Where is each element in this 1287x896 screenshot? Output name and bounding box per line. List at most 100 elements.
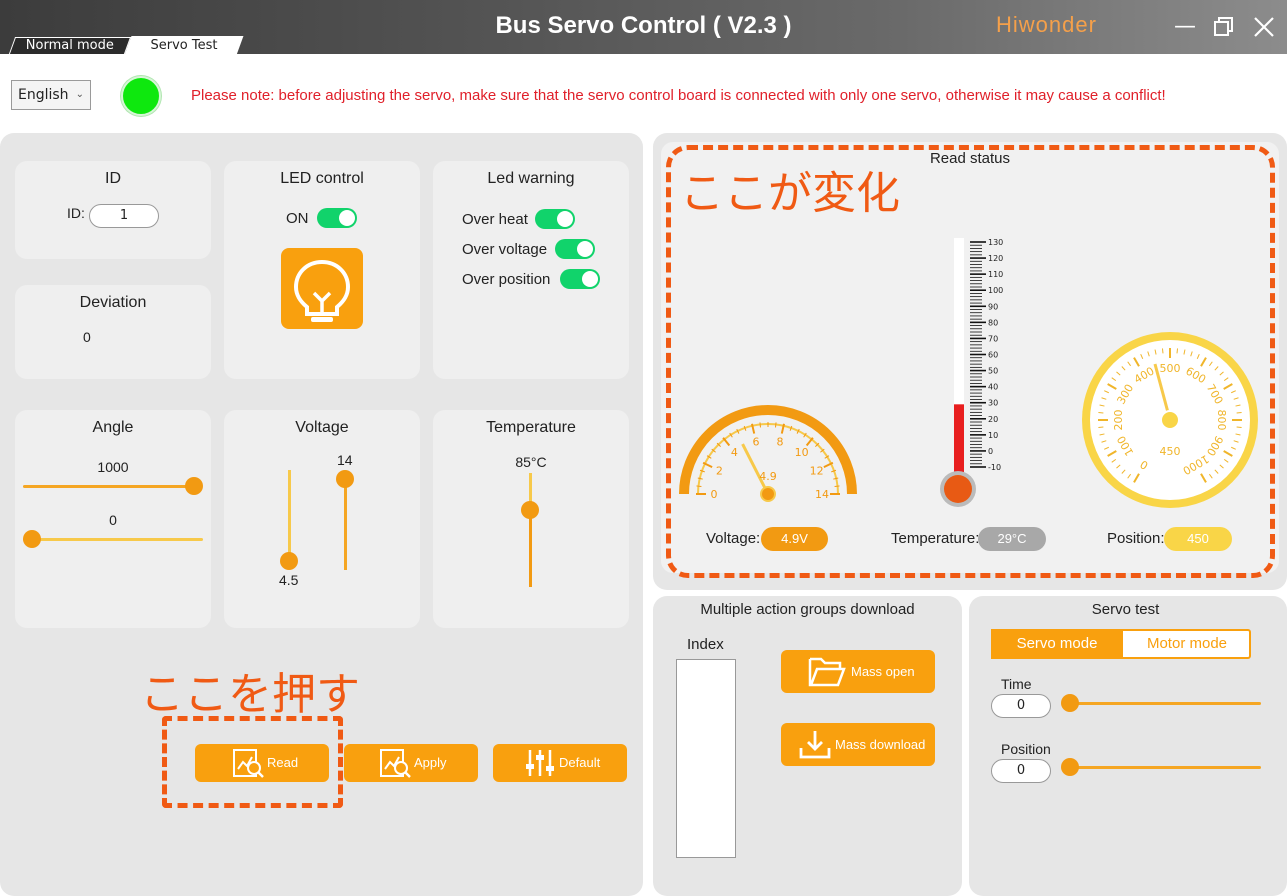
voltage-gauge: 0 24 6 8 1012 14 4.9 xyxy=(679,405,857,502)
default-button-label: Default xyxy=(559,755,601,770)
thermometer-tick-label: 110 xyxy=(988,270,1003,279)
index-label: Index xyxy=(687,636,724,653)
thermometer-tick-label: 10 xyxy=(988,431,998,440)
angle-card: Angle 1000 0 xyxy=(15,410,211,628)
voltage-high-value: 14 xyxy=(337,452,353,468)
thermometer-gauge: 1301201101009080706050403020100-10 xyxy=(940,238,1003,507)
close-icon[interactable] xyxy=(1251,14,1277,40)
mass-download-button[interactable]: Mass download xyxy=(781,723,935,766)
voltage-gauge-tick xyxy=(834,485,840,487)
voltage-card-title: Voltage xyxy=(295,419,349,436)
angle-min-slider-handle[interactable] xyxy=(23,530,41,548)
lightbulb-icon xyxy=(293,259,351,322)
servo-test-title: Servo test xyxy=(1091,601,1160,618)
thermometer-tick-label: 90 xyxy=(988,302,998,311)
position-gauge-tick xyxy=(1098,411,1104,414)
minimize-icon[interactable]: — xyxy=(1172,14,1198,40)
over-heat-label: Over heat xyxy=(462,211,528,228)
temperature-card: Temperature 85°C xyxy=(433,410,629,628)
apply-button-label: Apply xyxy=(414,755,447,770)
voltage-gauge-tick-label: 10 xyxy=(795,446,809,459)
led-control-title: LED control xyxy=(280,170,364,187)
language-select[interactable]: English ⌄ xyxy=(11,80,91,110)
tab-normal-mode[interactable]: Normal mode xyxy=(8,37,132,54)
temperature-slider-handle[interactable] xyxy=(521,501,539,519)
position-gauge-tick xyxy=(1161,348,1164,354)
led-control-card: LED control ON xyxy=(224,161,420,379)
tab-normal-mode-label: Normal mode xyxy=(25,38,114,53)
angle-min-slider-track[interactable] xyxy=(23,538,203,541)
thermometer-tick-label: 80 xyxy=(988,318,998,327)
time-slider-track[interactable] xyxy=(1068,702,1261,705)
thermometer-tick-label: 100 xyxy=(988,286,1003,295)
angle-card-title: Angle xyxy=(92,419,134,436)
change-here-annotation: ここが変化 xyxy=(680,168,900,219)
deviation-value: 0 xyxy=(83,329,91,345)
time-label: Time xyxy=(1001,676,1032,692)
apply-button[interactable]: Apply xyxy=(344,744,478,782)
thermometer-tick-label: 130 xyxy=(988,238,1003,247)
chevron-down-icon: ⌄ xyxy=(75,89,84,100)
default-button[interactable]: Default xyxy=(493,744,627,782)
over-voltage-label: Over voltage xyxy=(462,241,548,258)
voltage-gauge-tick-label: 4 xyxy=(731,446,738,459)
temperature-limit-value: 85°C xyxy=(515,454,547,470)
servo-mode-option[interactable]: Servo mode xyxy=(991,629,1123,659)
thermometer-tick-label: 50 xyxy=(988,367,998,376)
temperature-slider-track[interactable] xyxy=(529,473,532,587)
press-here-annotation: ここを押す xyxy=(140,669,360,720)
time-slider-handle[interactable] xyxy=(1061,694,1079,712)
over-voltage-toggle[interactable] xyxy=(555,239,595,259)
mass-download-label: Mass download xyxy=(835,737,926,752)
sliders-icon xyxy=(526,750,554,776)
voltage-high-slider-track[interactable] xyxy=(344,478,347,570)
thermometer-tick-label: -10 xyxy=(988,463,1001,472)
position-gauge-tick xyxy=(1236,426,1242,429)
position-slider-handle[interactable] xyxy=(1061,758,1079,776)
voltage-reading-value: 4.9V xyxy=(761,527,828,551)
voltage-gauge-reading: 4.9 xyxy=(759,470,777,483)
angle-max-value: 1000 xyxy=(97,459,129,475)
angle-max-slider-track[interactable] xyxy=(23,485,201,488)
mass-open-button[interactable]: Mass open xyxy=(781,650,935,693)
voltage-high-slider-handle[interactable] xyxy=(336,470,354,488)
position-gauge-reading: 450 xyxy=(1160,445,1181,458)
position-gauge: 0100200300400 500 6007008009001000 450 xyxy=(1082,332,1258,508)
thermometer-tick-label: 120 xyxy=(988,254,1003,263)
voltage-gauge-tick-label: 0 xyxy=(711,488,718,501)
angle-max-slider-handle[interactable] xyxy=(185,477,203,495)
tab-servo-test[interactable]: Servo Test xyxy=(124,36,244,55)
temperature-reading-value: 29°C xyxy=(978,527,1046,551)
over-position-toggle[interactable] xyxy=(560,269,600,289)
position-gauge-tick-label: 200 xyxy=(1112,410,1125,431)
temperature-reading-label: Temperature: xyxy=(891,530,980,547)
thermometer-tick-label: 20 xyxy=(988,415,998,424)
led-on-label: ON xyxy=(286,210,309,227)
led-warning-title: Led warning xyxy=(487,170,575,187)
time-input[interactable]: 0 xyxy=(991,694,1051,718)
led-bulb-button[interactable] xyxy=(281,248,363,329)
read-button-label: Read xyxy=(267,755,299,770)
position-gauge-tick-label: 800 xyxy=(1215,410,1228,431)
read-button[interactable]: Read xyxy=(195,744,329,782)
folder-icon xyxy=(808,657,846,687)
action-groups-download-title: Multiple action groups download xyxy=(700,601,915,618)
position-slider-track[interactable] xyxy=(1068,766,1261,769)
position-input[interactable]: 0 xyxy=(991,759,1051,783)
position-reading-value: 450 xyxy=(1164,527,1232,551)
id-input[interactable]: 1 xyxy=(89,204,159,228)
tab-servo-test-label: Servo Test xyxy=(150,38,218,53)
thermometer-tick-label: 60 xyxy=(988,351,998,360)
position-reading-label: Position: xyxy=(1107,530,1165,547)
id-label: ID: xyxy=(67,205,85,221)
led-toggle[interactable] xyxy=(317,208,357,228)
voltage-low-slider-track[interactable] xyxy=(288,470,291,563)
thermometer-tick-label: 0 xyxy=(988,447,993,456)
motor-mode-option[interactable]: Motor mode xyxy=(1123,629,1251,659)
voltage-low-slider-handle[interactable] xyxy=(280,552,298,570)
index-list[interactable] xyxy=(676,659,736,858)
voltage-gauge-tick-label: 6 xyxy=(752,435,759,448)
restore-icon[interactable] xyxy=(1211,14,1237,40)
over-heat-toggle[interactable] xyxy=(535,209,575,229)
conflict-notice: Please note: before adjusting the servo,… xyxy=(191,87,1166,104)
